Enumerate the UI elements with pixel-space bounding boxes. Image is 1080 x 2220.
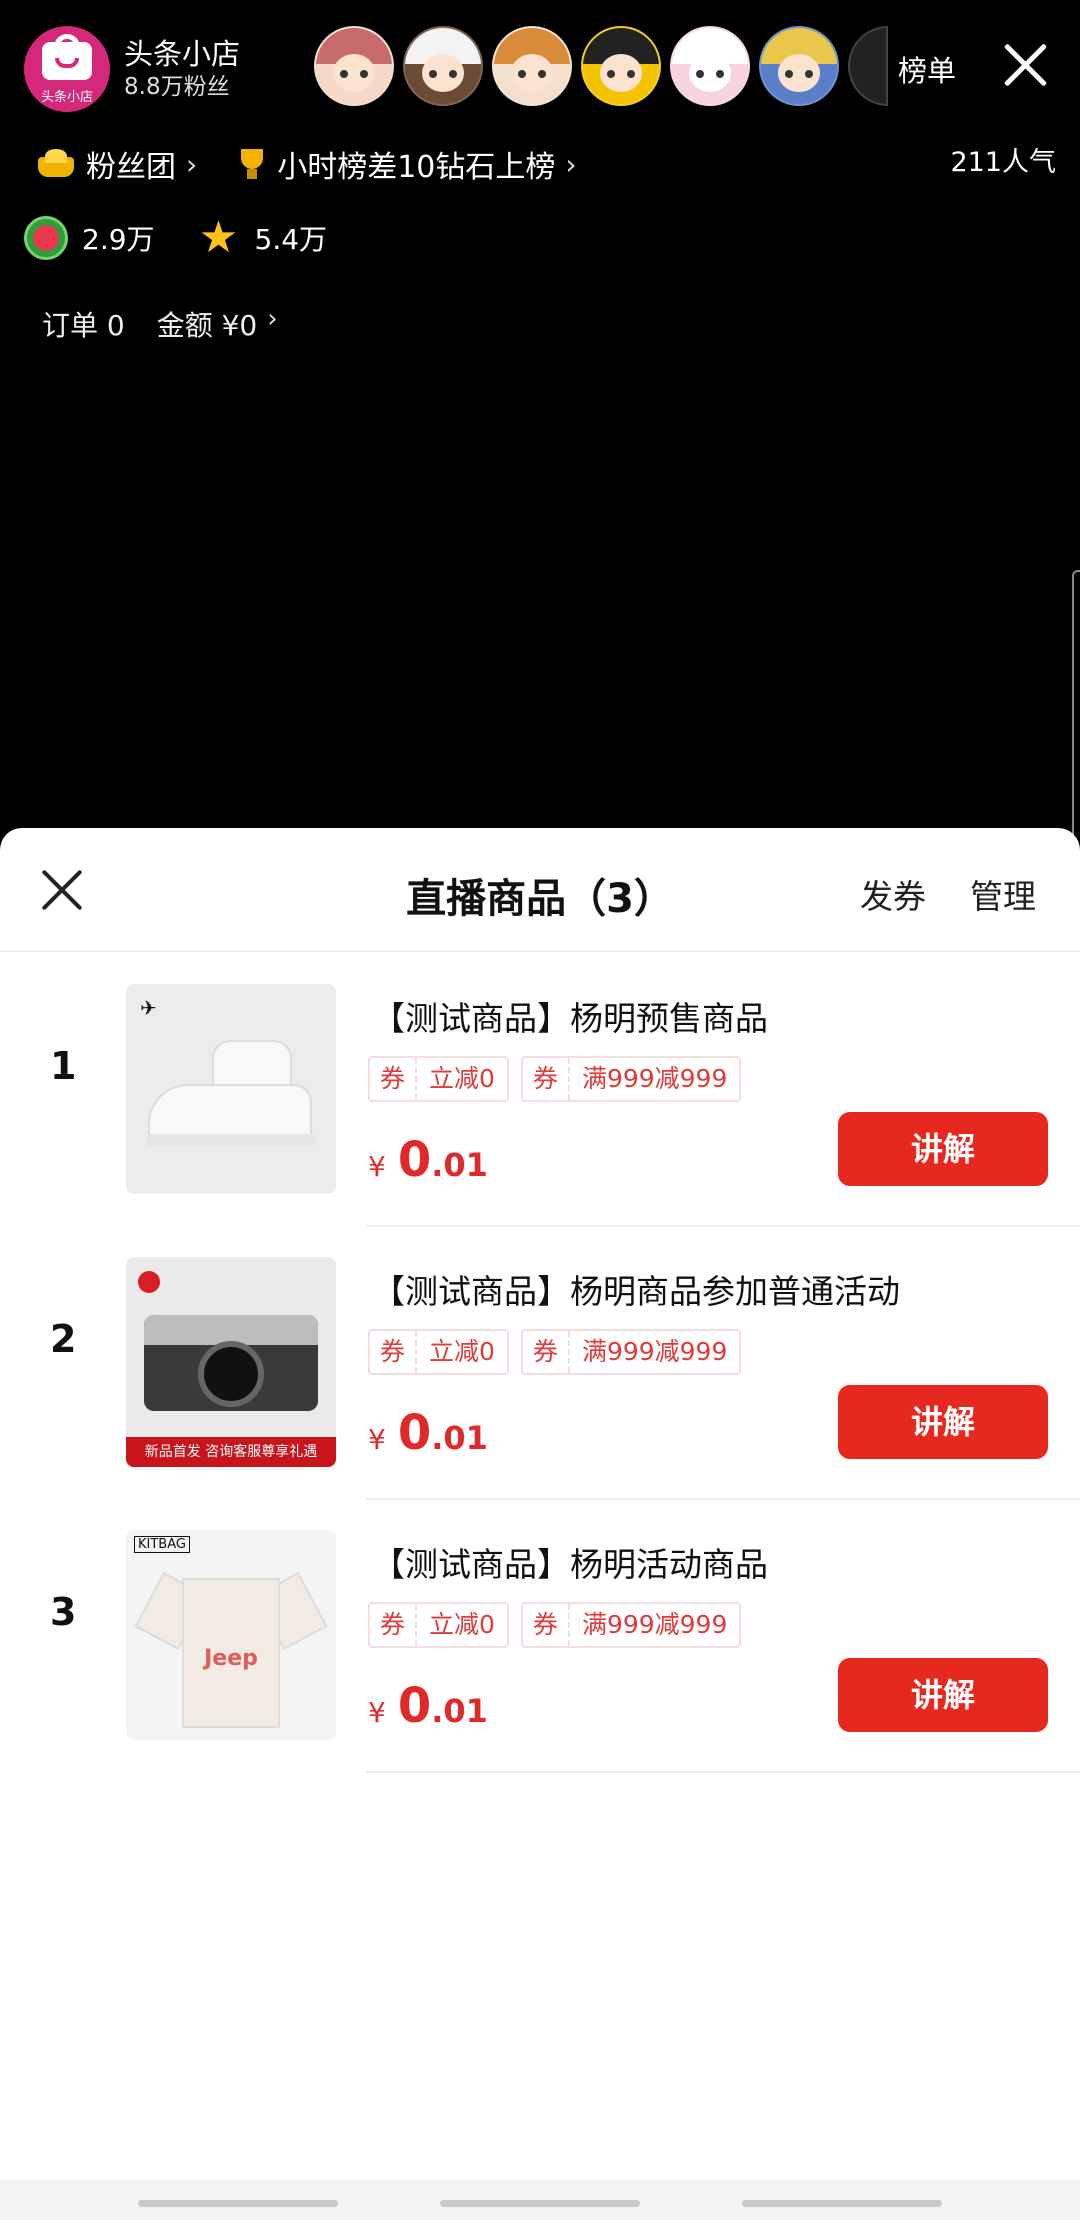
product-title: 【测试商品】杨明预售商品 xyxy=(372,999,768,1038)
coupon-tag-prefix: 券 xyxy=(523,1604,570,1646)
host-name: 头条小店 xyxy=(124,37,241,71)
coupon-tag-text: 满999减999 xyxy=(581,1064,728,1093)
coupon-tag-prefix: 券 xyxy=(523,1331,570,1373)
close-live-icon[interactable] xyxy=(1000,40,1050,90)
product-price: ¥ 0 .01 xyxy=(368,1405,488,1461)
coupon-tag: 券 立减0 xyxy=(368,1602,509,1648)
coupon-tag-prefix: 券 xyxy=(523,1058,570,1100)
issue-coupon-button[interactable]: 发券 xyxy=(860,870,926,918)
hour-rank-label: 小时榜差10钻石上榜 xyxy=(277,150,556,185)
camera-lens-icon xyxy=(198,1341,264,1407)
image-caption: 新品首发 咨询客服尊享礼遇 xyxy=(126,1437,336,1467)
product-item[interactable]: 1 ✈ 【测试商品】杨明预售商品 券 立减0 券 满999减999 ¥ 0 .0… xyxy=(0,954,1080,1227)
viewer-avatar[interactable] xyxy=(759,26,839,106)
coupon-tag-text: 满999减999 xyxy=(581,1337,728,1366)
viewer-avatars[interactable] xyxy=(314,26,897,106)
product-title: 【测试商品】杨明商品参加普通活动 xyxy=(372,1272,900,1311)
viewer-avatar[interactable] xyxy=(670,26,750,106)
product-index: 1 xyxy=(50,1044,77,1088)
gift-star: ★ 5.4万 xyxy=(197,212,328,263)
coupon-tag-text: 满999减999 xyxy=(581,1610,728,1639)
manage-button[interactable]: 管理 xyxy=(970,870,1036,918)
nav-pill[interactable] xyxy=(138,2200,338,2207)
watermelon-icon xyxy=(24,216,68,260)
product-image-sneaker[interactable]: ✈ xyxy=(126,984,336,1194)
trophy-icon xyxy=(235,147,269,181)
sheet-header: 直播商品（3） 发券 管理 xyxy=(0,828,1080,952)
price-integer: 0 xyxy=(397,1405,432,1461)
order-summary[interactable]: 订单 0 金额 ¥0 › xyxy=(42,304,278,344)
viewer-avatar[interactable] xyxy=(581,26,661,106)
rank-button[interactable]: 榜单 xyxy=(898,48,956,90)
viewer-avatar[interactable] xyxy=(848,26,888,106)
product-price: ¥ 0 .01 xyxy=(368,1132,488,1188)
gift-watermelon: 2.9万 xyxy=(24,216,155,260)
live-stream-background xyxy=(0,0,1080,830)
gift-count: 2.9万 xyxy=(82,223,155,256)
coupon-tag: 券 满999减999 xyxy=(520,1056,742,1102)
chevron-right-icon: › xyxy=(565,147,577,181)
chevron-right-icon: › xyxy=(267,304,278,334)
host-avatar[interactable]: 头条小店 xyxy=(24,26,110,112)
crown-icon xyxy=(36,149,76,179)
coupon-tag-text: 立减0 xyxy=(429,1337,495,1366)
product-title: 【测试商品】杨明活动商品 xyxy=(372,1545,768,1584)
brand-dot-icon xyxy=(138,1271,160,1293)
jumpman-logo-icon: ✈ xyxy=(140,996,157,1020)
host-logo-text: 头条小店 xyxy=(40,90,93,105)
product-image-camera[interactable]: 新品首发 咨询客服尊享礼遇 xyxy=(126,1257,336,1467)
gift-count: 5.4万 xyxy=(254,223,328,256)
price-currency: ¥ xyxy=(368,1423,386,1456)
price-decimal: .01 xyxy=(431,1692,488,1730)
price-currency: ¥ xyxy=(368,1696,386,1729)
coupon-tag-prefix: 券 xyxy=(370,1058,418,1100)
coupon-tag: 券 满999减999 xyxy=(520,1329,742,1375)
explain-button[interactable]: 讲解 xyxy=(838,1112,1048,1186)
coupon-tag-text: 立减0 xyxy=(429,1064,495,1093)
brand-label: KITBAG xyxy=(134,1536,190,1553)
popularity-count: 211人气 xyxy=(950,147,1056,178)
product-sheet: 直播商品（3） 发券 管理 1 ✈ 【测试商品】杨明预售商品 券 立减0 券 满… xyxy=(0,828,1080,2220)
price-integer: 0 xyxy=(397,1132,432,1188)
hour-rank-entry[interactable]: 小时榜差10钻石上榜 › xyxy=(235,142,577,186)
order-count: 订单 0 xyxy=(42,309,125,342)
product-index: 3 xyxy=(50,1590,77,1634)
fan-club-entry[interactable]: 粉丝团 › xyxy=(36,142,197,186)
coupon-tag-prefix: 券 xyxy=(370,1604,418,1646)
nav-pill[interactable] xyxy=(440,2200,640,2207)
fan-club-label: 粉丝团 xyxy=(86,150,176,185)
product-image-jersey[interactable]: KITBAG Jeep xyxy=(126,1530,336,1740)
chevron-right-icon: › xyxy=(186,147,198,181)
explain-button[interactable]: 讲解 xyxy=(838,1385,1048,1459)
coupon-tags: 券 立减0 券 满999减999 xyxy=(368,1602,753,1648)
coupon-tag: 券 立减0 xyxy=(368,1056,509,1102)
star-icon: ★ xyxy=(198,212,239,263)
product-index: 2 xyxy=(50,1317,77,1361)
divider xyxy=(366,1771,1080,1773)
coupon-tag: 券 立减0 xyxy=(368,1329,509,1375)
coupon-tag-prefix: 券 xyxy=(370,1331,418,1373)
coupon-tag-text: 立减0 xyxy=(429,1610,495,1639)
explain-button[interactable]: 讲解 xyxy=(838,1658,1048,1732)
viewer-avatar[interactable] xyxy=(492,26,572,106)
product-price: ¥ 0 .01 xyxy=(368,1678,488,1734)
price-currency: ¥ xyxy=(368,1150,386,1183)
viewer-avatar[interactable] xyxy=(403,26,483,106)
product-item[interactable]: 2 新品首发 咨询客服尊享礼遇 【测试商品】杨明商品参加普通活动 券 立减0 券… xyxy=(0,1227,1080,1500)
coupon-tag: 券 满999减999 xyxy=(520,1602,742,1648)
host-profile[interactable]: 头条小店 头条小店 8.8万粉丝 xyxy=(24,26,240,112)
price-decimal: .01 xyxy=(431,1419,488,1457)
coupon-tags: 券 立减0 券 满999减999 xyxy=(368,1056,753,1102)
bottom-gesture-bar xyxy=(0,2180,1080,2220)
price-integer: 0 xyxy=(397,1678,432,1734)
jersey-logo: Jeep xyxy=(204,1646,258,1671)
coupon-tags: 券 立减0 券 满999减999 xyxy=(368,1329,753,1375)
nav-pill[interactable] xyxy=(742,2200,942,2207)
host-fans-count: 8.8万粉丝 xyxy=(124,74,230,100)
viewer-avatar[interactable] xyxy=(314,26,394,106)
product-item[interactable]: 3 KITBAG Jeep 【测试商品】杨明活动商品 券 立减0 券 满999减… xyxy=(0,1500,1080,1773)
price-decimal: .01 xyxy=(431,1146,488,1184)
order-amount: 金额 ¥0 xyxy=(156,309,258,342)
